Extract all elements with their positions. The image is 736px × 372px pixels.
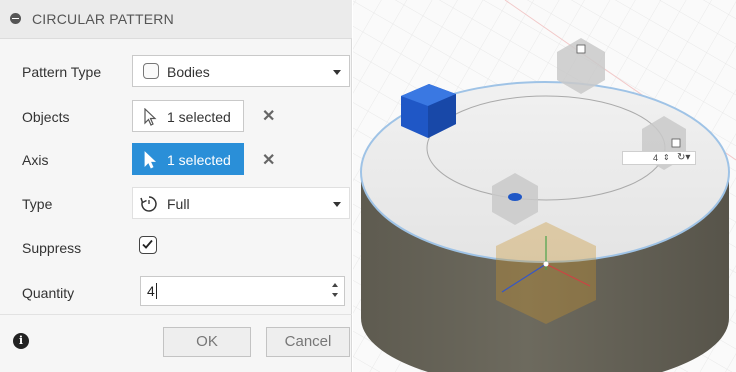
origin-point <box>543 261 549 267</box>
axis-clear-close-icon[interactable]: ✕ <box>262 150 275 170</box>
chevron-down-icon <box>333 70 341 75</box>
type-select[interactable]: Full <box>132 187 350 219</box>
footer-divider <box>0 314 352 315</box>
objects-select-button[interactable]: 1 selected <box>132 100 244 132</box>
type-label: Type <box>22 196 53 212</box>
rotate-full-icon <box>140 196 157 212</box>
pattern-type-label: Pattern Type <box>22 64 102 80</box>
instance-checkbox <box>671 138 681 148</box>
cursor-pointer-icon <box>144 108 157 126</box>
cancel-button[interactable]: Cancel <box>266 327 350 357</box>
dialog-title: CIRCULAR PATTERN <box>32 11 174 27</box>
info-icon[interactable]: i <box>13 333 29 349</box>
collapse-icon[interactable] <box>10 13 21 24</box>
spinner-icon[interactable] <box>332 281 338 301</box>
viewport-scene <box>353 0 736 372</box>
dialog-header[interactable]: CIRCULAR PATTERN <box>0 0 352 39</box>
type-value: Full <box>167 196 190 212</box>
canvas-viewport[interactable] <box>353 0 736 372</box>
text-cursor <box>156 283 157 299</box>
objects-label: Objects <box>22 109 70 125</box>
pattern-type-select[interactable]: Bodies <box>132 55 350 87</box>
instance-checkbox <box>576 44 586 54</box>
objects-value: 1 selected <box>167 109 231 125</box>
checkmark-icon <box>142 239 153 249</box>
bodies-icon <box>143 63 159 79</box>
rotation-manipulator-icon <box>508 193 522 201</box>
spinner-icon[interactable]: ⇕ <box>663 153 670 162</box>
quantity-label: Quantity <box>22 285 75 301</box>
quantity-stepper[interactable]: 4 <box>140 276 345 306</box>
suppress-label: Suppress <box>22 240 82 256</box>
axis-label: Axis <box>22 152 49 168</box>
objects-clear-close-icon[interactable]: ✕ <box>262 106 275 126</box>
suppress-checkbox[interactable] <box>139 236 157 254</box>
rotate-full-icon[interactable]: ↻▾ <box>677 152 690 163</box>
chevron-down-icon <box>333 202 341 207</box>
axis-value: 1 selected <box>167 152 231 168</box>
pattern-type-value: Bodies <box>167 64 210 80</box>
axis-select-button[interactable]: 1 selected <box>132 143 244 175</box>
canvas-quantity-value[interactable]: 4 <box>653 153 658 163</box>
ok-button[interactable]: OK <box>163 327 251 357</box>
quantity-input[interactable]: 4 <box>147 283 155 299</box>
cursor-pointer-icon <box>144 151 157 169</box>
canvas-quantity-widget[interactable]: 4 ⇕ ↻▾ <box>622 151 696 165</box>
circular-pattern-dialog: CIRCULAR PATTERN Pattern Type Bodies Obj… <box>0 0 352 372</box>
